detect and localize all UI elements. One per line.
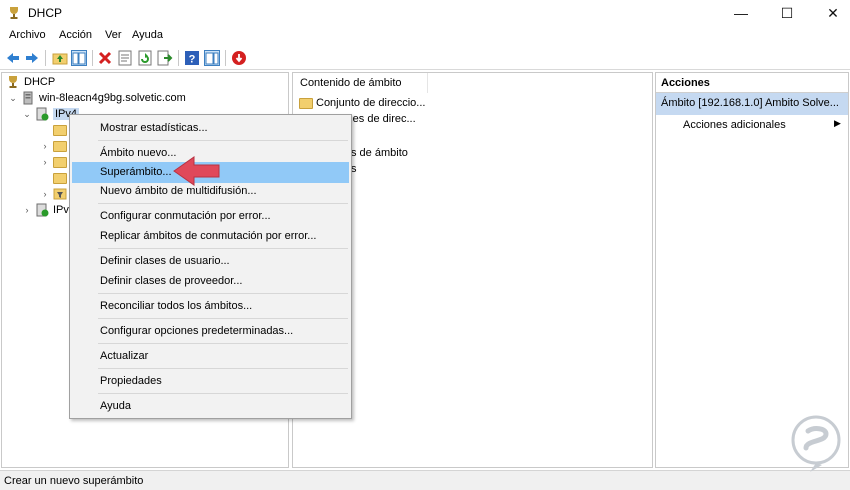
properties-icon[interactable] [117,50,133,66]
menu-separator [98,293,348,294]
tree-item-filters[interactable]: › [40,186,71,202]
folder-icon [53,156,67,168]
menu-accion[interactable]: Acción [59,29,92,41]
folder-icon [53,124,67,136]
menu-item-show-statistics[interactable]: Mostrar estadísticas... [72,118,349,139]
toolbar-separator [45,50,46,66]
ipv6-icon [36,203,49,217]
menu-item-properties[interactable]: Propiedades [72,371,349,392]
menu-item-help[interactable]: Ayuda [72,396,349,417]
status-bar: Crear un nuevo superámbito [0,470,850,490]
actions-title: Acciones [656,73,848,93]
back-icon[interactable] [5,50,21,66]
tree-item-label: win-8leacn4g9bg.solvetic.com [39,92,186,104]
chevron-right-icon[interactable]: › [40,157,50,167]
menu-separator [98,318,348,319]
tree-item-scope[interactable]: › [40,154,67,170]
menu-item-replicate-failover[interactable]: Replicar ámbitos de conmutación por erro… [72,226,349,247]
menu-item-vendor-classes[interactable]: Definir clases de proveedor... [72,271,349,292]
maximize-button[interactable]: ☐ [764,0,810,26]
delete-icon[interactable] [97,50,113,66]
minimize-button[interactable]: — [718,0,764,26]
chevron-right-icon[interactable]: › [40,141,50,151]
menu-item-refresh[interactable]: Actualizar [72,346,349,367]
tree-item-scope[interactable] [40,122,67,138]
actions-scope-header[interactable]: Ámbito [192.168.1.0] Ambito Solve... [656,93,848,115]
tree-item-label: DHCP [24,76,56,88]
help-icon[interactable]: ? [184,50,200,66]
annotation-arrow-icon [173,156,220,186]
watermark-logo [791,415,841,472]
folder-icon [299,97,313,109]
chevron-right-icon[interactable]: › [40,189,50,199]
menu-item-user-classes[interactable]: Definir clases de usuario... [72,251,349,272]
toolbar-separator [225,50,226,66]
chevron-right-icon[interactable]: ▶ [834,118,841,129]
refresh-icon[interactable] [137,50,153,66]
chevron-down-icon[interactable]: ⌄ [22,109,32,120]
filter-icon [53,188,67,200]
folder-icon [53,172,67,184]
up-folder-icon[interactable] [52,50,68,66]
menu-item-reconcile-all[interactable]: Reconciliar todos los ámbitos... [72,296,349,317]
dhcp-icon [9,76,17,88]
toolbar-separator [92,50,93,66]
ipv4-icon [36,107,49,121]
dhcp-icon [10,7,18,19]
column-header[interactable]: Contenido de ámbito [293,73,428,93]
list-item[interactable]: s de ámbito [351,145,408,161]
server-icon [23,91,33,105]
menu-separator [98,343,348,344]
folder-icon [53,140,67,152]
export-icon[interactable] [157,50,173,66]
chevron-down-icon[interactable]: ⌄ [8,93,18,104]
toolbar-separator [178,50,179,66]
toolbar: ? [0,46,850,70]
window-title: DHCP [28,6,63,20]
menu-ayuda[interactable]: Ayuda [132,29,163,41]
chevron-right-icon[interactable]: › [22,205,32,215]
list-item-label: s de ámbito [351,147,408,159]
tree-item-scope[interactable] [40,170,67,186]
status-text: Crear un nuevo superámbito [4,475,144,487]
list-item-label: Conjunto de direccio... [316,97,426,109]
list-item[interactable]: Conjunto de direccio... [299,95,425,111]
more-actions-link[interactable]: Acciones adicionales [683,119,786,131]
menu-bar: Archivo Acción Ver Ayuda [0,26,850,46]
menu-ver[interactable]: Ver [105,29,122,41]
tree-item-scope[interactable]: › [40,138,67,154]
svg-text:?: ? [189,54,196,66]
action-pane-icon[interactable] [204,50,220,66]
tree-item-label: IPv [53,204,69,216]
menu-item-configure-failover[interactable]: Configurar conmutación por error... [72,206,349,227]
tree-item-dhcp[interactable]: DHCP [6,74,55,90]
tree-item-ipv6[interactable]: › IPv [22,202,69,218]
menu-archivo[interactable]: Archivo [9,29,46,41]
menu-separator [98,203,348,204]
menu-separator [98,140,348,141]
tree-item-server[interactable]: ⌄ win-8leacn4g9bg.solvetic.com [8,90,186,106]
menu-item-default-options[interactable]: Configurar opciones predeterminadas... [72,321,349,342]
menu-separator [98,393,348,394]
stop-icon[interactable] [231,50,247,66]
close-button[interactable]: ✕ [810,0,850,26]
title-bar: DHCP — ☐ ✕ [0,0,850,26]
forward-icon[interactable] [24,50,40,66]
menu-separator [98,248,348,249]
menu-separator [98,368,348,369]
show-tree-icon[interactable] [71,50,87,66]
actions-pane: Acciones Ámbito [192.168.1.0] Ambito Sol… [655,72,849,468]
